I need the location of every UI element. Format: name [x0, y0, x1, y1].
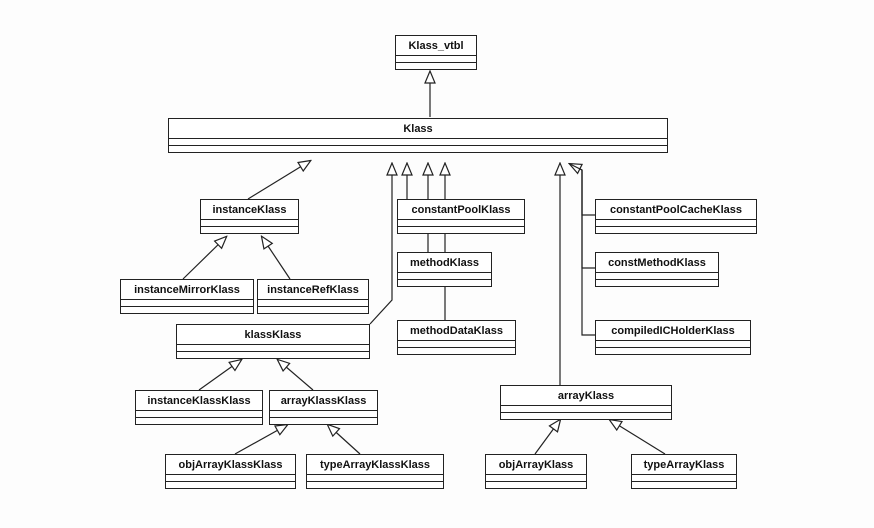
class-label: instanceKlass: [201, 200, 298, 220]
class-box-compiledicholderklass: compiledICHolderKlass: [595, 320, 751, 355]
class-label: arrayKlass: [501, 386, 671, 406]
class-box-constantpoolklass: constantPoolKlass: [397, 199, 525, 234]
class-label: typeArrayKlassKlass: [307, 455, 443, 475]
class-label: typeArrayKlass: [632, 455, 736, 475]
class-box-methodklass: methodKlass: [397, 252, 492, 287]
class-label: instanceRefKlass: [258, 280, 368, 300]
class-box-objarrayklass: objArrayKlass: [485, 454, 587, 489]
class-label: compiledICHolderKlass: [596, 321, 750, 341]
class-label: objArrayKlass: [486, 455, 586, 475]
class-box-arrayklass: arrayKlass: [500, 385, 672, 420]
class-box-methoddataklass: methodDataKlass: [397, 320, 516, 355]
class-box-objarrayklassklass: objArrayKlassKlass: [165, 454, 296, 489]
class-label: constantPoolKlass: [398, 200, 524, 220]
class-label: constantPoolCacheKlass: [596, 200, 756, 220]
class-label: constMethodKlass: [596, 253, 718, 273]
class-box-constantpoolcacheklass: constantPoolCacheKlass: [595, 199, 757, 234]
class-box-arrayklassklass: arrayKlassKlass: [269, 390, 378, 425]
class-label: instanceMirrorKlass: [121, 280, 253, 300]
class-box-klass: Klass: [168, 118, 668, 153]
class-label: arrayKlassKlass: [270, 391, 377, 411]
class-box-instanceklass: instanceKlass: [200, 199, 299, 234]
class-box-typearrayklass: typeArrayKlass: [631, 454, 737, 489]
class-label: methodDataKlass: [398, 321, 515, 341]
class-label: objArrayKlassKlass: [166, 455, 295, 475]
class-label: methodKlass: [398, 253, 491, 273]
class-label: klassKlass: [177, 325, 369, 345]
class-box-klass-vtbl: Klass_vtbl: [395, 35, 477, 70]
class-box-instancemirrorklass: instanceMirrorKlass: [120, 279, 254, 314]
class-label: Klass: [169, 119, 667, 139]
class-label: instanceKlassKlass: [136, 391, 262, 411]
class-box-klassklass: klassKlass: [176, 324, 370, 359]
class-box-typearrayklassklass: typeArrayKlassKlass: [306, 454, 444, 489]
class-box-constmethodklass: constMethodKlass: [595, 252, 719, 287]
class-box-instanceklassklass: instanceKlassKlass: [135, 390, 263, 425]
class-label: Klass_vtbl: [396, 36, 476, 56]
class-box-instancerefklass: instanceRefKlass: [257, 279, 369, 314]
